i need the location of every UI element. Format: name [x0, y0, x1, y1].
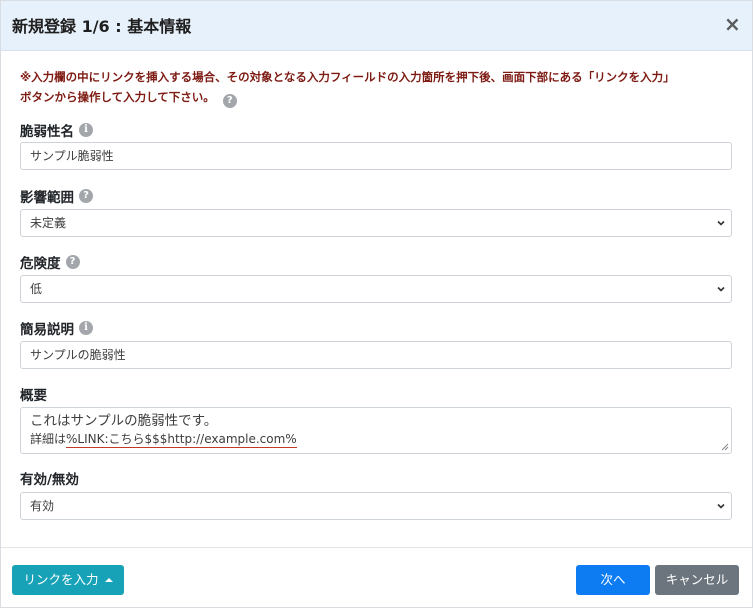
modal-header: 新規登録 1/6 : 基本情報 × [1, 1, 752, 51]
risk-level-value: 低 [30, 282, 43, 296]
chevron-down-icon [717, 220, 725, 226]
close-icon[interactable]: × [724, 14, 741, 34]
link-insert-notice: ※入力欄の中にリンクを挿入する場合、その対象となる入力フィールドの入力箇所を押下… [20, 67, 735, 108]
overview-label: 概要 [20, 388, 47, 404]
info-icon[interactable]: i [79, 123, 93, 137]
enabled-label: 有効/無効 [20, 472, 79, 488]
risk-level-select[interactable]: 低 [20, 275, 732, 303]
link-placeholder-text: %LINK:こちら$$$http://example.com% [66, 432, 297, 448]
registration-modal: 新規登録 1/6 : 基本情報 × ※入力欄の中にリンクを挿入する場合、その対象… [0, 0, 753, 608]
help-icon[interactable]: ? [222, 94, 237, 108]
chevron-down-icon [717, 503, 725, 509]
cancel-button[interactable]: キャンセル [655, 565, 739, 595]
overview-textarea[interactable]: これはサンプルの脆弱性です。 詳細は%LINK:こちら$$$http://exa… [20, 407, 732, 454]
short-desc-input[interactable]: サンプルの脆弱性 [20, 341, 732, 369]
help-icon[interactable]: ? [79, 189, 93, 203]
modal-title: 新規登録 1/6 : 基本情報 [12, 17, 192, 36]
notice-line-2: ボタンから操作して入力して下さい。 [20, 90, 215, 104]
help-icon[interactable]: ? [65, 255, 80, 269]
info-icon[interactable]: i [79, 321, 93, 335]
modal-footer: リンクを入力 次へ キャンセル [1, 547, 752, 607]
next-button[interactable]: 次へ [576, 565, 650, 595]
impact-scope-label: 影響範囲 ? [20, 186, 93, 206]
short-desc-label: 簡易説明 i [20, 318, 93, 338]
enabled-select[interactable]: 有効 [20, 492, 732, 520]
impact-scope-value: 未定義 [30, 216, 67, 230]
impact-scope-select[interactable]: 未定義 [20, 209, 732, 237]
risk-level-label: 危険度 ? [20, 252, 80, 272]
overview-line-1: これはサンプルの脆弱性です。 [30, 413, 218, 429]
resize-grip-icon[interactable] [721, 443, 729, 451]
overview-line-2: 詳細は%LINK:こちら$$$http://example.com% [30, 432, 297, 448]
caret-up-icon [104, 578, 113, 582]
insert-link-button[interactable]: リンクを入力 [12, 565, 124, 595]
chevron-down-icon [717, 286, 725, 292]
vuln-name-label: 脆弱性名 i [20, 120, 93, 140]
enabled-value: 有効 [30, 499, 55, 513]
vuln-name-input[interactable]: サンプル脆弱性 [20, 142, 732, 170]
notice-line-1: ※入力欄の中にリンクを挿入する場合、その対象となる入力フィールドの入力箇所を押下… [20, 70, 675, 84]
